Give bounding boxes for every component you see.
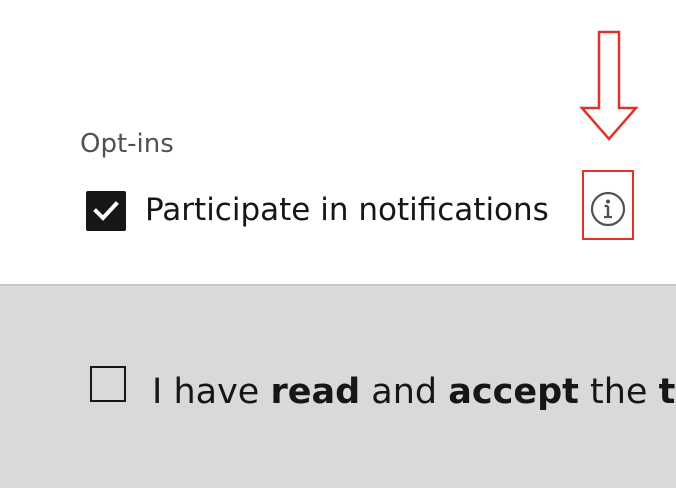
terms-checkbox[interactable] <box>90 366 126 402</box>
optins-group-label: Opt-ins <box>80 129 174 159</box>
terms-text-1: I have <box>152 372 271 412</box>
terms-link-partial[interactable]: te <box>659 372 676 412</box>
notifications-checkbox-label[interactable]: Participate in notifications <box>145 190 549 230</box>
terms-text-2: and <box>360 372 449 412</box>
notifications-checkbox[interactable] <box>86 191 126 231</box>
terms-bold-accept: accept <box>448 372 579 412</box>
down-arrow-annotation-icon <box>579 30 639 141</box>
terms-text-3: the <box>578 372 659 412</box>
terms-bold-read: read <box>270 372 361 412</box>
terms-checkbox-label[interactable]: I have read and accept the te <box>152 370 676 414</box>
checkmark-icon <box>93 201 119 221</box>
info-icon-highlight <box>582 170 634 240</box>
